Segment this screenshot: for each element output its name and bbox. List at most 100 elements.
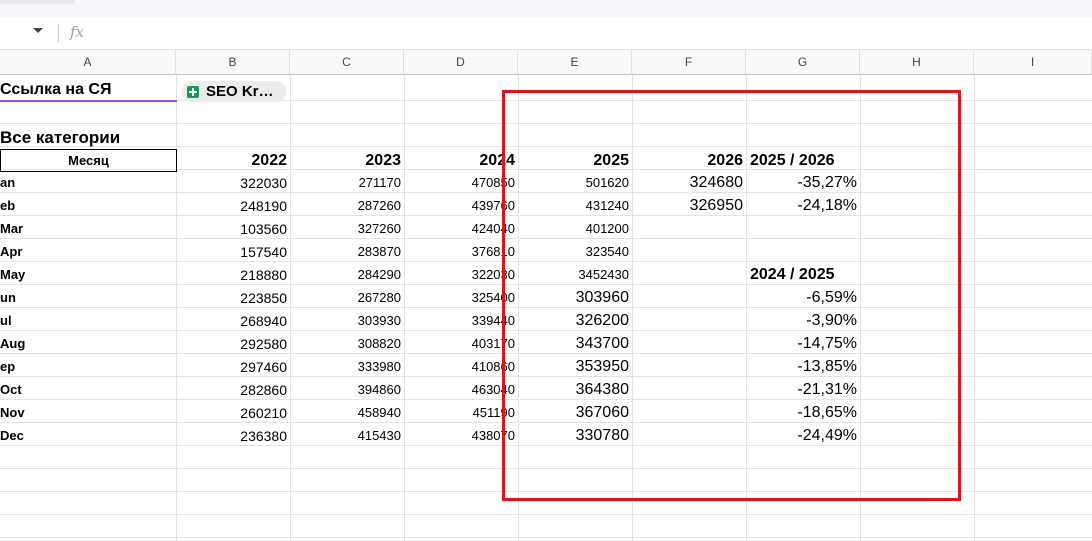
ratio-cell[interactable]: -24,49% [746,424,860,447]
value-cell[interactable]: 323540 [518,240,632,263]
grid-line-horizontal [0,146,1092,147]
value-cell[interactable]: 451190 [404,401,518,424]
spreadsheet-grid[interactable]: A B C D E F G H I Ссылка на СЯ SEO Kr… Все категори… [0,50,1092,541]
month-label: ul [0,313,12,328]
grid-line-horizontal [0,468,1092,469]
column-header-e[interactable]: E [518,50,632,75]
ratio-cell[interactable]: -35,27% [746,171,860,194]
value-cell[interactable]: 394860 [290,378,404,401]
value-cell[interactable]: 343700 [518,332,632,355]
value-cell[interactable]: 438070 [404,424,518,447]
value-cell-2026[interactable]: 326950 [632,194,746,217]
value-cell[interactable]: 236380 [176,424,290,447]
month-label: un [0,290,16,305]
year-header-2026: 2026 [707,152,743,169]
grid-line-horizontal [0,537,1092,538]
value-cell[interactable]: 339440 [404,309,518,332]
month-label: Aug [0,336,26,351]
column-header-i[interactable]: I [974,50,1092,75]
ratio-cell[interactable]: -3,90% [746,309,860,332]
sheet-chip[interactable]: SEO Kr… [182,81,286,102]
value-cell[interactable]: 463040 [404,378,518,401]
column-header-b[interactable]: B [176,50,290,75]
value-cell[interactable]: 333980 [290,355,404,378]
column-header-a[interactable]: A [0,50,176,75]
value-cell[interactable]: 330780 [518,424,632,447]
value-cell[interactable]: 325400 [404,286,518,309]
value-cell-2026[interactable]: 324680 [632,171,746,194]
value-cell[interactable]: 403170 [404,332,518,355]
ratio-cell[interactable]: -18,65% [746,401,860,424]
grid-line-vertical [860,75,861,541]
formula-input[interactable] [95,21,1085,45]
value-cell[interactable]: 424040 [404,217,518,240]
value-cell[interactable]: 353950 [518,355,632,378]
column-header-g[interactable]: G [746,50,860,75]
formula-bar: fx [0,17,1092,50]
value-cell[interactable]: 322030 [176,171,290,194]
value-cell[interactable]: 458940 [290,401,404,424]
link-cell[interactable]: Ссылка на СЯ [0,78,177,102]
value-cell[interactable]: 401200 [518,217,632,240]
sheet-icon [187,85,199,98]
year-header-2024: 2024 [479,152,515,169]
column-header-f[interactable]: F [632,50,746,75]
value-cell[interactable]: 470850 [404,171,518,194]
fx-icon: fx [70,23,85,41]
name-box-dropdown-icon[interactable] [33,28,43,33]
value-cell[interactable]: 283870 [290,240,404,263]
month-label: eb [0,198,16,213]
value-cell[interactable]: 297460 [176,355,290,378]
ratio-cell[interactable]: -6,59% [746,286,860,309]
value-cell[interactable]: 260210 [176,401,290,424]
value-cell[interactable]: 410860 [404,355,518,378]
ratio-header-2024-2025: 2024 / 2025 [750,266,835,283]
grid-line-horizontal [0,491,1092,492]
value-cell[interactable]: 103560 [176,217,290,240]
value-cell[interactable]: 376810 [404,240,518,263]
value-cell[interactable]: 303960 [518,286,632,309]
month-header: Месяц [0,149,177,172]
value-cell[interactable]: 284290 [290,263,404,286]
value-cell[interactable]: 364380 [518,378,632,401]
toolbar-separator [0,0,75,4]
column-header-d[interactable]: D [404,50,518,75]
value-cell[interactable]: 223850 [176,286,290,309]
month-label: May [0,267,26,282]
value-cell[interactable]: 287260 [290,194,404,217]
value-cell[interactable]: 3452430 [518,263,632,286]
value-cell[interactable]: 326200 [518,309,632,332]
value-cell[interactable]: 267280 [290,286,404,309]
value-cell[interactable]: 501620 [518,171,632,194]
value-cell[interactable]: 367060 [518,401,632,424]
value-cell[interactable]: 282860 [176,378,290,401]
sheet-chip-label: SEO Kr… [206,83,274,100]
ratio-cell[interactable]: -21,31% [746,378,860,401]
value-cell[interactable]: 327260 [290,217,404,240]
month-label: Apr [0,244,23,259]
value-cell[interactable]: 308820 [290,332,404,355]
year-header-2023: 2023 [365,152,401,169]
ratio-cell[interactable]: -13,85% [746,355,860,378]
column-header-c[interactable]: C [290,50,404,75]
value-cell[interactable]: 271170 [290,171,404,194]
month-label: Dec [0,428,24,443]
month-label: Mar [0,221,24,236]
value-cell[interactable]: 268940 [176,309,290,332]
value-cell[interactable]: 322030 [404,263,518,286]
value-cell[interactable]: 157540 [176,240,290,263]
value-cell[interactable]: 303930 [290,309,404,332]
month-label: Nov [0,405,25,420]
ratio-cell[interactable]: -14,75% [746,332,860,355]
value-cell[interactable]: 439760 [404,194,518,217]
value-cell[interactable]: 248190 [176,194,290,217]
column-header-h[interactable]: H [860,50,974,75]
formula-bar-divider [58,24,59,42]
month-label: Oct [0,382,22,397]
year-header-2025: 2025 [593,152,629,169]
value-cell[interactable]: 431240 [518,194,632,217]
value-cell[interactable]: 218880 [176,263,290,286]
value-cell[interactable]: 415430 [290,424,404,447]
value-cell[interactable]: 292580 [176,332,290,355]
ratio-cell[interactable]: -24,18% [746,194,860,217]
